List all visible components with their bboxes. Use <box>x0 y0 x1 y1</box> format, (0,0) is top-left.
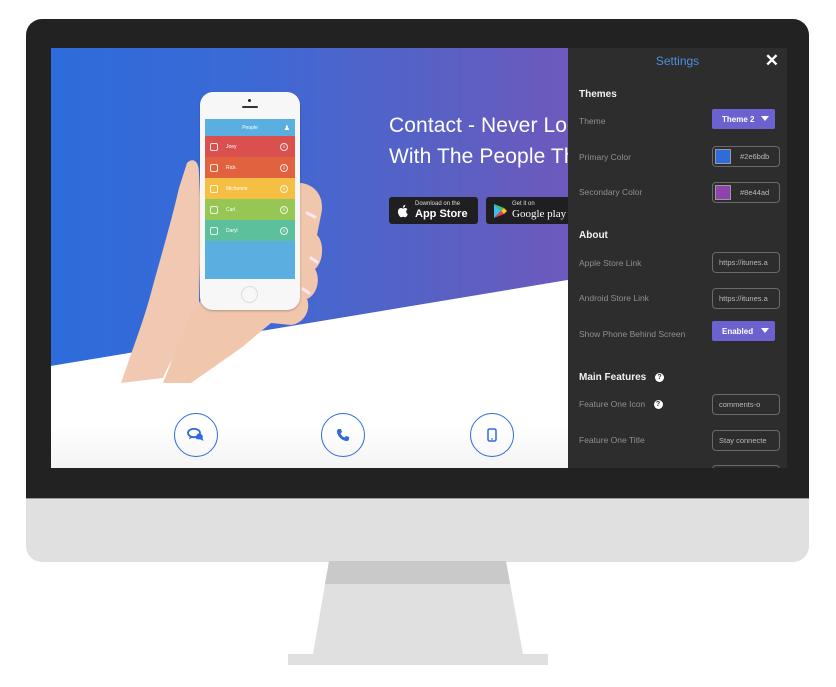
chevron-down-icon <box>761 328 769 333</box>
secondary-color-swatch[interactable] <box>715 185 731 200</box>
phone-camera <box>248 99 251 102</box>
main-features-heading-text: Main Features <box>579 372 647 383</box>
phone-screen: People ♟ Joey 0 Rick 3 Michonne 0 Carl 0 Daryl 0 <box>205 119 295 279</box>
feature-comments[interactable] <box>174 413 218 457</box>
theme-label: Theme <box>579 116 606 126</box>
person-name: Joey <box>226 143 237 150</box>
feature-one-title-label: Feature One Title <box>579 435 645 445</box>
phone-speaker <box>242 106 258 108</box>
person-name: Rick <box>226 164 236 171</box>
apple-store-link-label: Apple Store Link <box>579 258 642 268</box>
close-icon[interactable]: ✕ <box>765 51 779 71</box>
monitor-chin <box>26 498 809 562</box>
feature-one-icon-label: Feature One Icon ? <box>579 399 663 410</box>
android-store-link-label: Android Store Link <box>579 293 649 303</box>
person-count: 0 <box>280 226 288 235</box>
headline-line-1: Contact - Never Loc <box>389 114 578 137</box>
monitor-stand <box>288 561 548 665</box>
person-count: 0 <box>280 142 288 151</box>
show-phone-select-value: Enabled <box>722 326 754 336</box>
help-icon[interactable]: ? <box>655 372 665 382</box>
feature-one-title-input[interactable]: Stay connecte <box>712 430 780 451</box>
android-store-link-input[interactable]: https://itunes.a <box>712 288 780 309</box>
person-avatar-icon <box>210 142 218 151</box>
google-play-big-text: Google play <box>512 208 567 220</box>
phone-home-button <box>241 286 258 303</box>
primary-color-value: #2e6bdb <box>740 152 770 161</box>
theme-select-value: Theme 2 <box>722 114 755 124</box>
apple-icon <box>397 204 408 217</box>
google-play-small-text: Get it on <box>512 201 535 207</box>
phone-app-header: People ♟ <box>205 119 295 136</box>
apple-store-link-input[interactable]: https://itunes.a <box>712 252 780 273</box>
person-count: 3 <box>280 163 288 172</box>
feature-one-icon-label-text: Feature One Icon <box>579 399 646 409</box>
feature-one-icon-input[interactable]: comments-o <box>712 394 780 415</box>
app-store-small-text: Download on the <box>415 201 461 207</box>
person-name: Michonne <box>226 185 248 192</box>
google-play-button[interactable]: Get it on Google play <box>486 197 576 224</box>
comments-icon <box>187 427 204 441</box>
person-count: 0 <box>280 205 288 214</box>
person-count: 0 <box>280 184 288 193</box>
show-phone-select[interactable]: Enabled <box>712 321 775 341</box>
people-list: Joey 0 Rick 3 Michonne 0 Carl 0 Daryl 0 <box>205 136 295 241</box>
headline-line-2: With The People Th <box>389 145 576 168</box>
phone-app-title: People <box>242 124 258 131</box>
phone-mockup: People ♟ Joey 0 Rick 3 Michonne 0 Carl 0 Daryl 0 <box>200 92 300 310</box>
person-name: Carl <box>226 206 236 213</box>
feature-phone[interactable] <box>321 413 365 457</box>
person-avatar-icon <box>210 226 218 235</box>
settings-title: Settings <box>655 54 700 68</box>
phone-icon <box>337 429 349 441</box>
settings-panel: Settings ✕ Themes Theme Theme 2 Primary … <box>568 48 787 468</box>
secondary-color-value: #8e44ad <box>740 188 770 197</box>
main-features-heading: Main Features ? <box>579 372 665 383</box>
add-person-icon: ♟ <box>283 125 290 132</box>
primary-color-label: Primary Color <box>579 152 631 162</box>
google-play-icon <box>494 203 507 218</box>
chevron-down-icon <box>761 116 769 121</box>
person-avatar-icon <box>210 184 218 193</box>
help-icon[interactable]: ? <box>653 400 663 410</box>
app-store-button[interactable]: Download on the App Store <box>389 197 478 224</box>
secondary-color-label: Secondary Color <box>579 187 643 197</box>
feature-mobile[interactable] <box>470 413 514 457</box>
show-phone-label: Show Phone Behind Screen <box>579 329 686 339</box>
mobile-icon <box>487 428 497 442</box>
theme-select[interactable]: Theme 2 <box>712 109 775 129</box>
person-row: Michonne 0 <box>205 178 295 199</box>
secondary-color-input[interactable]: #8e44ad <box>712 182 780 203</box>
about-heading: About <box>579 230 608 241</box>
person-row: Joey 0 <box>205 136 295 157</box>
person-row: Rick 3 <box>205 157 295 178</box>
primary-color-swatch[interactable] <box>715 149 731 164</box>
person-avatar-icon <box>210 205 218 214</box>
person-name: Daryl <box>226 227 238 234</box>
hero-headline: Contact - Never Loc With The People Th <box>389 110 578 172</box>
person-avatar-icon <box>210 163 218 172</box>
primary-color-input[interactable]: #2e6bdb <box>712 146 780 167</box>
app-store-big-text: App Store <box>415 208 468 220</box>
monitor-screen: People ♟ Joey 0 Rick 3 Michonne 0 Carl 0 Daryl 0 … <box>51 48 787 468</box>
person-row: Daryl 0 <box>205 220 295 241</box>
themes-heading: Themes <box>579 89 617 100</box>
next-setting-input[interactable] <box>712 465 780 468</box>
person-row: Carl 0 <box>205 199 295 220</box>
